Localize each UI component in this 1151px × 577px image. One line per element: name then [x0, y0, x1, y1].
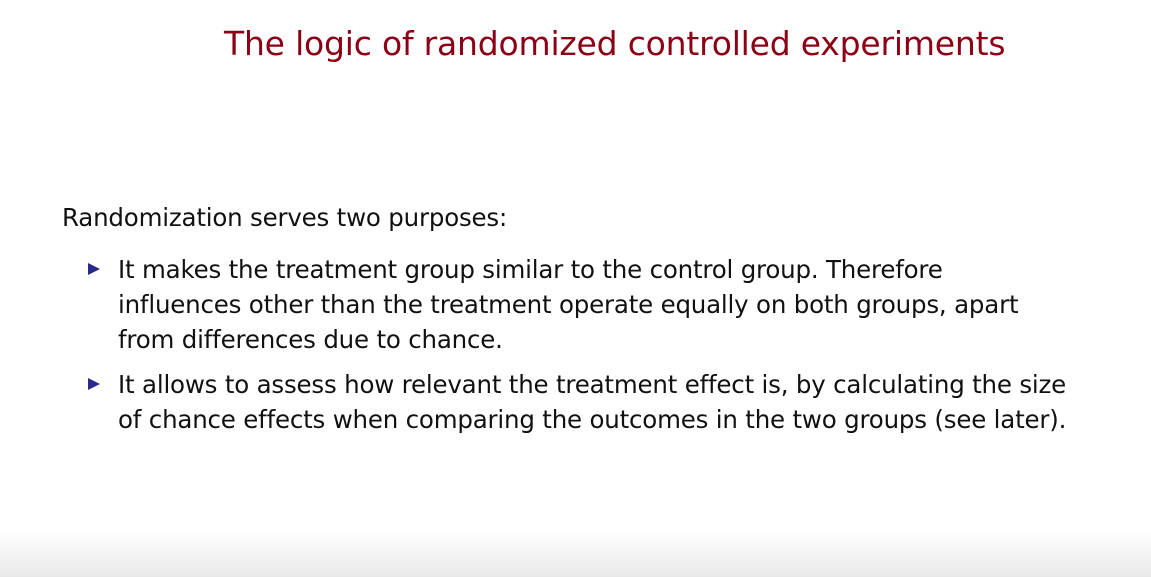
bullet-item: It makes the treatment group similar to … — [88, 252, 1078, 357]
triangle-right-icon — [88, 378, 100, 390]
triangle-right-icon — [88, 263, 100, 275]
bullet-item: It allows to assess how relevant the tre… — [88, 367, 1078, 437]
bullet-list: It makes the treatment group similar to … — [88, 252, 1078, 437]
intro-text: Randomization serves two purposes: — [62, 203, 508, 232]
bullet-text: It allows to assess how relevant the tre… — [118, 370, 1067, 434]
bottom-shadow — [0, 531, 1151, 577]
bullet-text: It makes the treatment group similar to … — [118, 255, 1019, 354]
slide-title: The logic of randomized controlled exper… — [224, 24, 1006, 63]
